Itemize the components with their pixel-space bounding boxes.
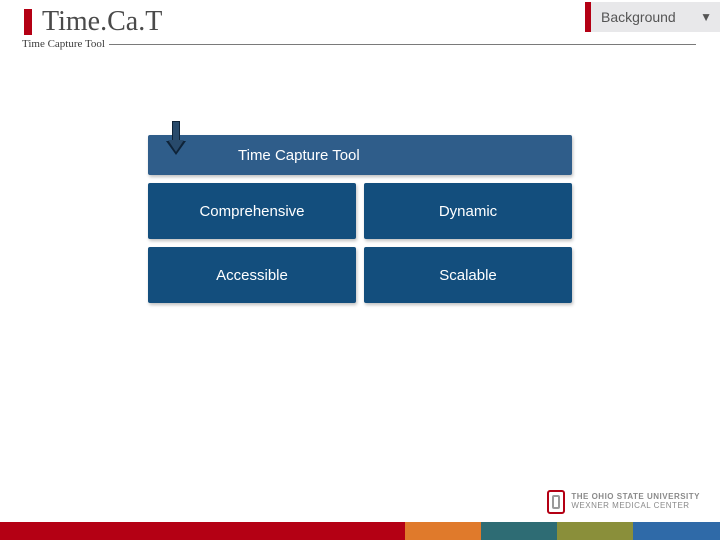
footer-bar-olive xyxy=(557,522,633,540)
section-badge: Background ▼ xyxy=(585,2,720,32)
footer-bar-red xyxy=(0,522,405,540)
smartart-row-1: Comprehensive Dynamic xyxy=(148,183,572,239)
smartart-cell: Accessible xyxy=(148,247,356,303)
smartart-cell: Dynamic xyxy=(364,183,572,239)
slide-subtitle: Time Capture Tool xyxy=(22,38,109,50)
footer-color-bars xyxy=(0,522,720,540)
chevron-down-icon: ▼ xyxy=(700,10,712,24)
smartart-row-2: Accessible Scalable xyxy=(148,247,572,303)
osu-block-o-icon xyxy=(547,490,565,514)
download-arrow-icon xyxy=(162,121,190,157)
smartart-cell: Comprehensive xyxy=(148,183,356,239)
header-divider xyxy=(24,44,696,45)
footer-bar-blue xyxy=(633,522,720,540)
osu-logo-text: THE OHIO STATE UNIVERSITY WEXNER MEDICAL… xyxy=(571,493,700,511)
smartart-cell: Scalable xyxy=(364,247,572,303)
smartart-diagram: Time Capture Tool Comprehensive Dynamic … xyxy=(148,135,572,303)
section-badge-label: Background xyxy=(601,9,676,25)
smartart-header: Time Capture Tool xyxy=(148,135,572,175)
osu-logo-line2: WEXNER MEDICAL CENTER xyxy=(571,502,700,511)
footer-bar-orange xyxy=(405,522,481,540)
slide-title: Time.Ca.T xyxy=(42,6,162,38)
osu-logo: THE OHIO STATE UNIVERSITY WEXNER MEDICAL… xyxy=(547,490,700,514)
slide: Time.Ca.T Time Capture Tool Background ▼… xyxy=(0,0,720,540)
title-accent-bar xyxy=(24,9,32,35)
footer-bar-teal xyxy=(481,522,557,540)
smartart-title: Time Capture Tool xyxy=(238,147,360,164)
title-block: Time.Ca.T xyxy=(24,6,162,38)
